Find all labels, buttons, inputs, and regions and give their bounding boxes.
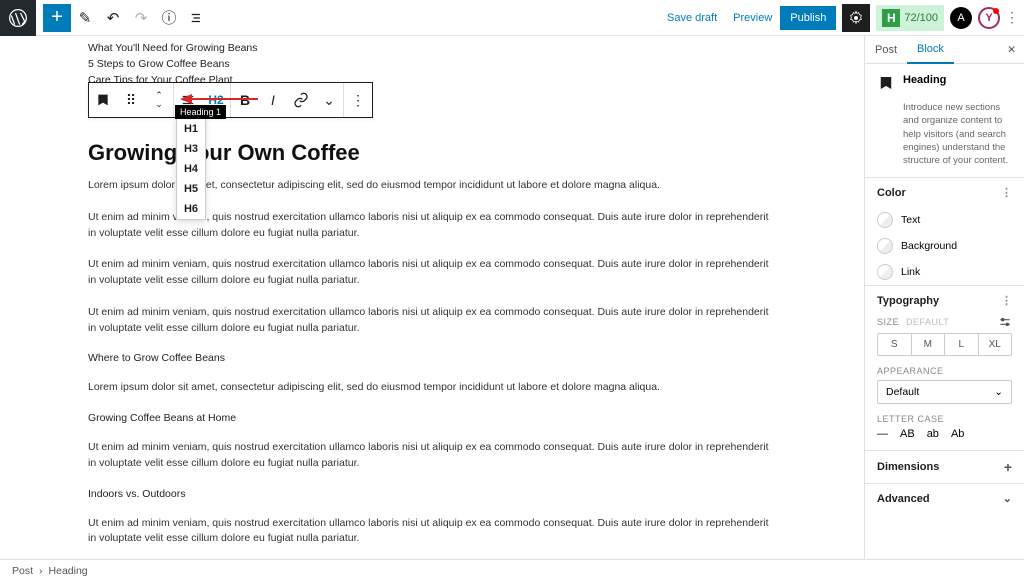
block-info-header: Heading [865,64,1024,101]
toc-item[interactable]: 5 Steps to Grow Coffee Beans [88,58,776,70]
chevron-down-icon[interactable]: ⌄ [1003,492,1012,505]
editor-canvas: What You'll Need for Growing Beans 5 Ste… [0,36,864,559]
heading-level-dropdown: Heading 1 H1 H3 H4 H5 H6 [176,118,206,220]
tab-post[interactable]: Post [865,36,907,64]
block-description: Introduce new sections and organize cont… [865,101,1024,177]
link-color-row[interactable]: Link [865,259,1024,285]
breadcrumb-post[interactable]: Post [12,565,33,577]
settings-sidebar: Post Block ✕ Heading Introduce new secti… [864,36,1024,559]
save-draft-button[interactable]: Save draft [659,12,725,24]
text-color-row[interactable]: Text [865,207,1024,233]
editor-top-bar: + ✎ ↶ ↷ ⓘ Save draft Preview Publish H 7… [0,0,1024,36]
heading-option-h6[interactable]: H6 [177,199,205,219]
lettercase-label: LETTER CASE [877,414,1012,424]
heading-option-h4[interactable]: H4 [177,159,205,179]
edit-mode-icon[interactable]: ✎ [71,4,99,32]
custom-size-toggle[interactable] [998,315,1012,329]
chevron-down-icon: ⌄ [994,386,1003,398]
add-block-button[interactable]: + [43,4,71,32]
text-color-label: Text [901,214,920,226]
publish-button[interactable]: Publish [780,6,836,30]
subheading-block[interactable]: Indoors vs. Outdoors [88,488,776,500]
paragraph-block[interactable]: Ut enim ad minim veniam, quis nostrud ex… [88,440,776,472]
block-type-icon[interactable] [89,83,117,117]
advanced-panel[interactable]: Advanced ⌄ [865,483,1024,513]
heading-option-h3[interactable]: H3 [177,139,205,159]
paragraph-block[interactable]: Ut enim ad minim veniam, quis nostrud ex… [88,516,776,548]
preview-button[interactable]: Preview [725,12,780,24]
drag-handle-icon[interactable]: ⠿ [117,83,145,117]
color-panel-options[interactable]: ⋮ [1001,186,1012,199]
close-sidebar-button[interactable]: ✕ [999,44,1024,56]
bold-button[interactable]: B [231,83,259,117]
background-color-swatch [877,238,893,254]
case-capitalize[interactable]: Ab [951,428,964,440]
appearance-select[interactable]: Default ⌄ [877,380,1012,404]
seo-h-icon: H [882,9,900,27]
heading-level-tooltip: Heading 1 [175,105,226,119]
toc-item[interactable]: What You'll Need for Growing Beans [88,42,776,54]
advanced-panel-title: Advanced [877,493,930,505]
undo-button[interactable]: ↶ [99,4,127,32]
wordpress-logo[interactable] [0,0,36,36]
appearance-label: APPEARANCE [877,366,1012,376]
size-m[interactable]: M [912,334,946,355]
outline-button[interactable] [183,4,211,32]
background-color-label: Background [901,240,957,252]
paragraph-block[interactable]: Lorem ipsum dolor sit amet, consectetur … [88,380,776,396]
tab-block[interactable]: Block [907,36,954,64]
typography-panel-title: Typography [877,295,939,307]
case-lower[interactable]: ab [927,428,939,440]
size-default-label: DEFAULT [906,317,949,327]
italic-button[interactable]: I [259,83,287,117]
breadcrumb-heading[interactable]: Heading [49,565,88,577]
heading-option-h1[interactable]: H1 [177,119,205,139]
link-color-label: Link [901,266,920,278]
size-label: SIZE [877,317,899,327]
block-name-label: Heading [903,74,946,95]
block-toolbar: ⠿ ⌃⌄ H2 B I ⌄ ⋮ [88,82,373,118]
block-options-button[interactable]: ⋮ [344,83,372,117]
color-panel-title: Color [877,187,906,199]
font-size-presets: S M L XL [877,333,1012,356]
case-none[interactable]: — [877,428,888,440]
settings-button[interactable] [842,4,870,32]
paragraph-block[interactable]: Ut enim ad minim veniam, quis nostrud ex… [88,305,776,337]
move-updown-icon[interactable]: ⌃⌄ [145,83,173,117]
size-s[interactable]: S [878,334,912,355]
size-l[interactable]: L [945,334,979,355]
subheading-block[interactable]: Growing Coffee Beans at Home [88,412,776,424]
dimensions-add-button[interactable]: + [1004,459,1012,475]
dimensions-panel[interactable]: Dimensions + [865,450,1024,483]
seo-score-badge[interactable]: H 72/100 [876,5,944,31]
seo-score-text: 72/100 [904,12,938,24]
heading-option-h5[interactable]: H5 [177,179,205,199]
heading-block-icon [877,74,895,95]
dimensions-panel-title: Dimensions [877,461,939,473]
text-color-swatch [877,212,893,228]
plugin-a-icon[interactable]: A [950,7,972,29]
paragraph-block[interactable]: Ut enim ad minim veniam, quis nostrud ex… [88,257,776,289]
more-options-button[interactable]: ⋮ [1000,9,1024,26]
background-color-row[interactable]: Background [865,233,1024,259]
color-panel: Color ⋮ Text Background Link [865,177,1024,285]
info-button[interactable]: ⓘ [155,4,183,32]
link-button[interactable] [287,83,315,117]
redo-button[interactable]: ↷ [127,4,155,32]
sidebar-tabs: Post Block ✕ [865,36,1024,64]
typography-panel-options[interactable]: ⋮ [1001,294,1012,307]
breadcrumb: Post › Heading [0,559,1024,581]
size-xl[interactable]: XL [979,334,1012,355]
letter-case-options: — AB ab Ab [877,428,1012,440]
subheading-block[interactable]: Where to Grow Coffee Beans [88,352,776,364]
yoast-icon[interactable]: Y [978,7,1000,29]
breadcrumb-separator: › [39,565,43,577]
link-color-swatch [877,264,893,280]
case-upper[interactable]: AB [900,428,915,440]
more-rich-text-button[interactable]: ⌄ [315,83,343,117]
typography-panel: Typography ⋮ SIZE DEFAULT S M L XL APPEA… [865,285,1024,450]
appearance-value: Default [886,386,919,398]
